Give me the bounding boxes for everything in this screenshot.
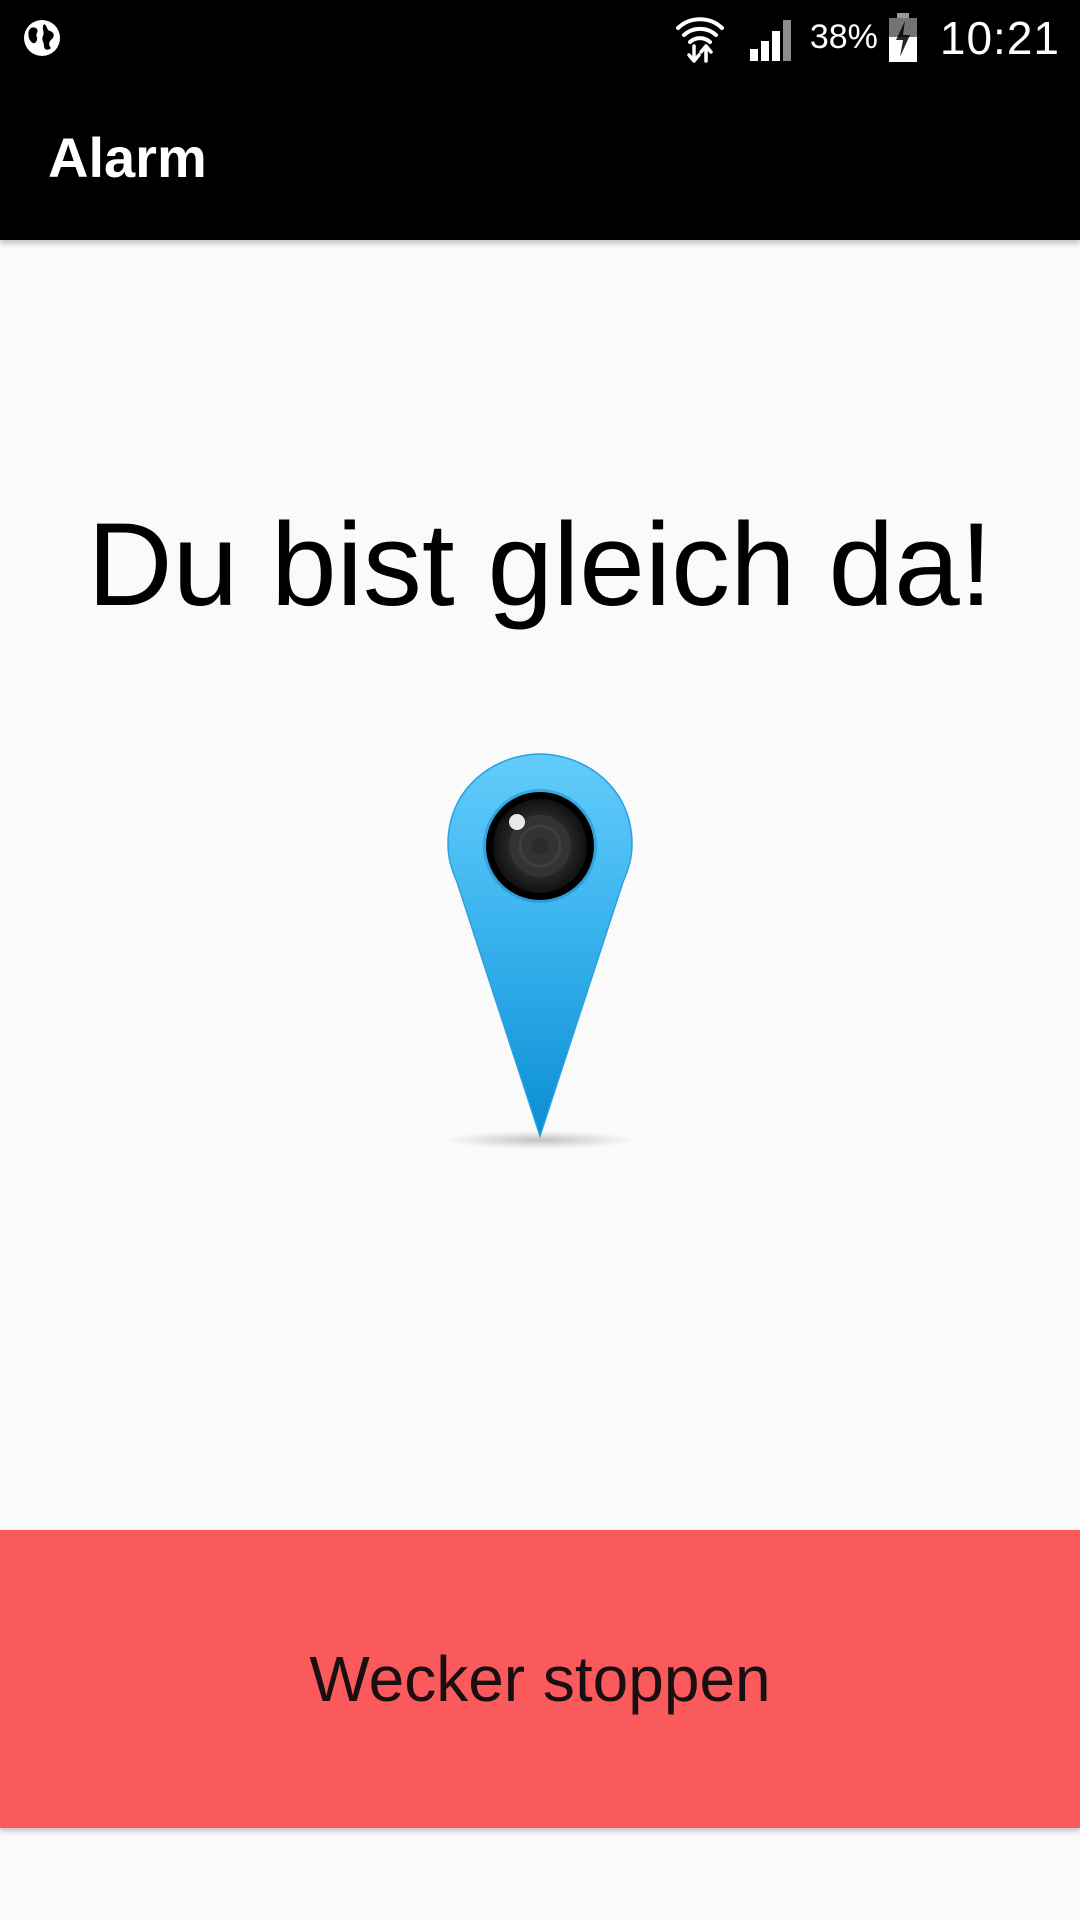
map-pin-camera-icon xyxy=(436,748,644,1160)
wifi-icon xyxy=(674,12,726,64)
stop-alarm-label: Wecker stoppen xyxy=(309,1643,771,1715)
stop-alarm-button[interactable]: Wecker stoppen xyxy=(0,1530,1080,1828)
battery-charging-icon xyxy=(888,12,918,63)
arrival-message: Du bist gleich da! xyxy=(87,499,993,631)
cellular-signal-icon xyxy=(748,15,798,61)
clock: 10:21 xyxy=(939,11,1060,64)
globe-icon xyxy=(22,18,62,58)
status-bar: 38% 10:21 xyxy=(0,0,1080,75)
alarm-screen: 38% 10:21 Alarm Du bist gleich da! Wecke… xyxy=(0,0,1080,1920)
app-toolbar: Alarm xyxy=(0,75,1080,240)
status-indicators: 38% 10:21 xyxy=(674,0,1060,75)
page-title: Alarm xyxy=(48,126,207,189)
battery-percent: 38% xyxy=(809,18,878,56)
